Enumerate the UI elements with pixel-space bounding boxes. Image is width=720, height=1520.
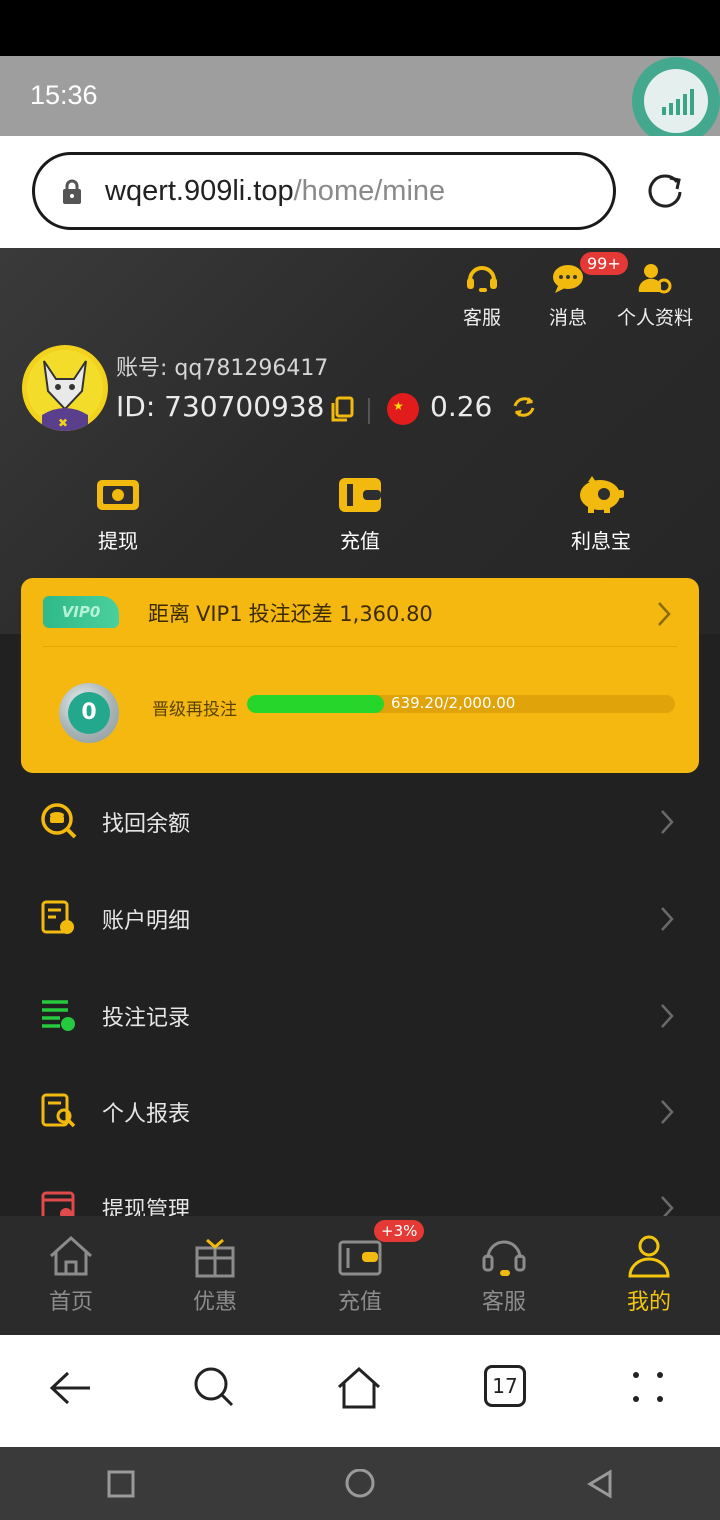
- vip-tag: VIP0: [43, 596, 119, 628]
- tab-recharge[interactable]: 充值: [305, 1234, 415, 1316]
- top-black-bar: [0, 0, 720, 56]
- vip-card[interactable]: VIP0 距离 VIP1 投注还差 1,360.80 0 晋级再投注 639.20/…: [21, 578, 699, 773]
- tab-label: 客服: [481, 1290, 526, 1315]
- menu-item-personal-report[interactable]: 个人报表: [0, 1064, 720, 1160]
- gift-icon: [195, 1238, 235, 1278]
- menu-item-label: 投注记录: [102, 1006, 191, 1031]
- url-field[interactable]: wqert.909li.top/home/mine: [32, 152, 616, 230]
- tab-label: 充值: [337, 1290, 382, 1315]
- browser-nav-bar: 17: [0, 1335, 720, 1447]
- signal-icon: [662, 89, 694, 115]
- search-icon[interactable]: [192, 1365, 238, 1411]
- vip-progress-fill: [247, 695, 384, 713]
- lock-icon: [63, 179, 81, 204]
- tab-home[interactable]: 首页: [16, 1234, 126, 1316]
- top-action-label: 消息: [548, 307, 587, 329]
- top-action-profile[interactable]: 个人资料: [610, 262, 700, 330]
- tab-promotions[interactable]: 优惠: [160, 1234, 270, 1316]
- wallet-icon: [338, 1240, 382, 1276]
- user-id: ID: 730700938: [116, 390, 325, 423]
- quick-recharge[interactable]: 充值: [300, 474, 420, 554]
- piggy-bank-icon: [580, 476, 624, 513]
- quick-interest[interactable]: 利息宝: [541, 474, 661, 554]
- status-bar: [0, 56, 720, 136]
- copy-icon[interactable]: [330, 396, 354, 422]
- menu-item-bet-record[interactable]: 投注记录: [0, 968, 720, 1064]
- floating-signal-button[interactable]: [632, 57, 720, 145]
- tab-label: 首页: [48, 1290, 93, 1315]
- menu-item-label: 找回余额: [102, 812, 191, 837]
- account-detail-icon: [41, 900, 74, 934]
- withdraw-icon: [97, 480, 139, 510]
- vip-distance-prefix: 距离: [148, 602, 190, 626]
- reload-icon[interactable]: [644, 170, 686, 212]
- coin-search-icon: [41, 803, 77, 839]
- tab-label: 优惠: [192, 1290, 237, 1315]
- app-content: 客服 消息 99+ 个人资料 ✖ 账号: qq781296417 ID: 730…: [0, 248, 720, 1335]
- tab-service[interactable]: 客服: [449, 1234, 559, 1316]
- status-time: 15:36: [30, 80, 98, 110]
- user-icon: [628, 1235, 670, 1278]
- vip-medal-level: 0: [68, 692, 110, 734]
- tab-mine[interactable]: 我的: [594, 1234, 704, 1316]
- top-action-service[interactable]: 客服: [452, 262, 512, 330]
- vip-medal-icon: 0: [59, 683, 119, 743]
- menu-item-label: 个人报表: [102, 1102, 191, 1127]
- refresh-icon[interactable]: [511, 394, 537, 420]
- bottom-tab-bar: 首页 优惠 充值 客服 我的: [0, 1216, 720, 1335]
- tab-label: 我的: [626, 1290, 671, 1315]
- recent-apps-icon[interactable]: [106, 1469, 136, 1499]
- quick-action-label: 利息宝: [571, 529, 631, 553]
- vip-distance-suffix: 投注还差: [248, 602, 333, 626]
- home-icon: [49, 1235, 93, 1276]
- back-triangle-icon[interactable]: [586, 1469, 616, 1499]
- avatar-image: ✖: [27, 350, 103, 431]
- svg-text:★: ★: [393, 399, 404, 413]
- menu-item-label: 账户明细: [102, 909, 191, 934]
- chevron-right-icon: [661, 907, 674, 931]
- balance-value: 0.26: [430, 390, 493, 423]
- home-icon[interactable]: [336, 1365, 382, 1411]
- top-action-label: 客服: [462, 307, 501, 329]
- avatar[interactable]: ✖: [22, 345, 108, 431]
- divider: [368, 398, 370, 424]
- more-menu-icon[interactable]: [632, 1365, 668, 1411]
- svg-text:✖: ✖: [58, 416, 68, 430]
- vip-distance-amount: 1,360.80: [339, 602, 433, 626]
- chevron-right-icon: [658, 602, 671, 626]
- profile-settings-icon: [638, 264, 672, 294]
- chevron-right-icon: [661, 810, 674, 834]
- url-path: /home/mine: [293, 175, 446, 207]
- back-arrow-icon[interactable]: [48, 1365, 94, 1411]
- bet-record-icon: [42, 1000, 75, 1031]
- vip-progress-text: 639.20/2,000.00: [391, 695, 516, 712]
- report-search-icon: [41, 1093, 76, 1128]
- quick-action-label: 充值: [340, 529, 380, 553]
- system-nav-bar: [0, 1447, 720, 1520]
- vip-distance-text: 距离 VIP1 投注还差 1,360.80: [148, 598, 433, 628]
- account-label: 账号: qq781296417: [116, 356, 329, 381]
- menu-item-account-detail[interactable]: 账户明细: [0, 871, 720, 967]
- vip-progress-bar: 639.20/2,000.00: [247, 695, 675, 713]
- upgrade-label: 晋级再投注: [152, 700, 237, 720]
- headset-icon: [482, 1240, 526, 1276]
- quick-withdraw[interactable]: 提现: [58, 474, 178, 554]
- wallet-icon: [339, 478, 381, 512]
- top-action-label: 个人资料: [616, 307, 693, 329]
- china-flag-icon: ★: [387, 393, 419, 425]
- menu-item-recover-balance[interactable]: 找回余额: [0, 774, 720, 870]
- home-circle-icon[interactable]: [344, 1469, 376, 1501]
- quick-action-label: 提现: [98, 529, 138, 553]
- vip-next-level: VIP1: [196, 602, 243, 626]
- vip-divider: [43, 646, 677, 647]
- recharge-bonus-badge: +3%: [374, 1220, 425, 1242]
- headset-icon: [467, 266, 497, 292]
- tabs-count-button[interactable]: 17: [484, 1365, 526, 1407]
- url-domain: wqert.909li.top: [105, 175, 294, 207]
- browser-url-bar: wqert.909li.top/home/mine: [0, 136, 720, 248]
- chevron-right-icon: [661, 1100, 674, 1124]
- chevron-right-icon: [661, 1004, 674, 1028]
